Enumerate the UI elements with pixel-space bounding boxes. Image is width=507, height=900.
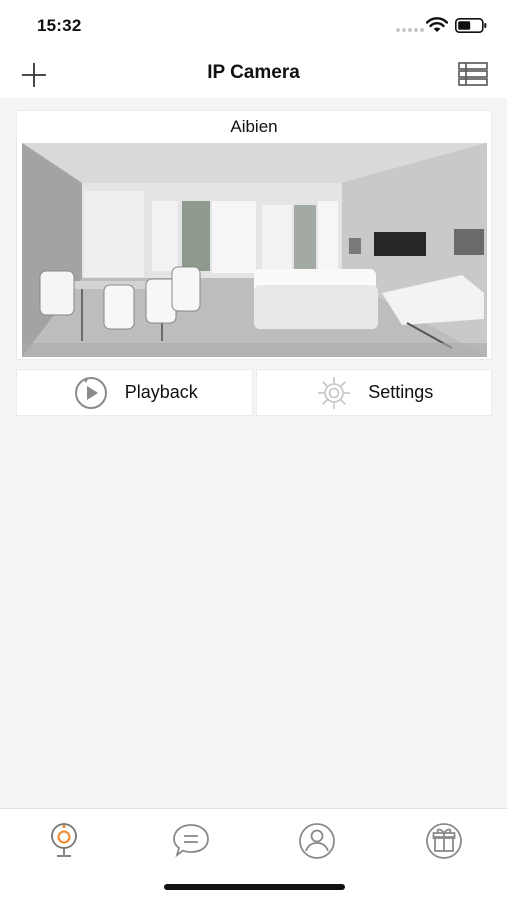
tab-camera[interactable] [44,821,84,861]
tab-profile[interactable] [297,821,337,861]
nav-bar: IP Camera [0,52,507,98]
list-view-button[interactable] [458,62,488,86]
wifi-icon [426,17,448,32]
camera-name: Aibien [230,117,278,136]
cellular-signal-icon [396,28,424,32]
battery-icon [455,18,487,33]
camera-preview[interactable] [22,143,487,357]
gear-icon [318,376,351,409]
home-indicator [164,884,345,890]
status-time: 15:32 [37,16,82,35]
message-icon [173,824,209,858]
living-room-snapshot [22,143,487,357]
camera-actions: Playback Settings [16,369,492,416]
tab-gifts[interactable] [424,821,464,861]
settings-button[interactable]: Settings [255,369,492,416]
page-title: IP Camera [207,62,300,83]
playback-icon [74,376,107,409]
tab-messages[interactable] [171,821,211,861]
list-view-icon [458,62,488,86]
camera-card: Aibien [16,110,492,360]
camera-icon [51,823,77,857]
status-bar: 15:32 [0,0,507,52]
user-icon [299,823,335,859]
app-screen: 15:32 IP Camera Aibien Playback Settings [0,0,507,900]
gift-icon [426,823,462,859]
settings-label: Settings [368,382,434,402]
playback-button[interactable]: Playback [16,369,253,416]
playback-label: Playback [124,382,198,402]
